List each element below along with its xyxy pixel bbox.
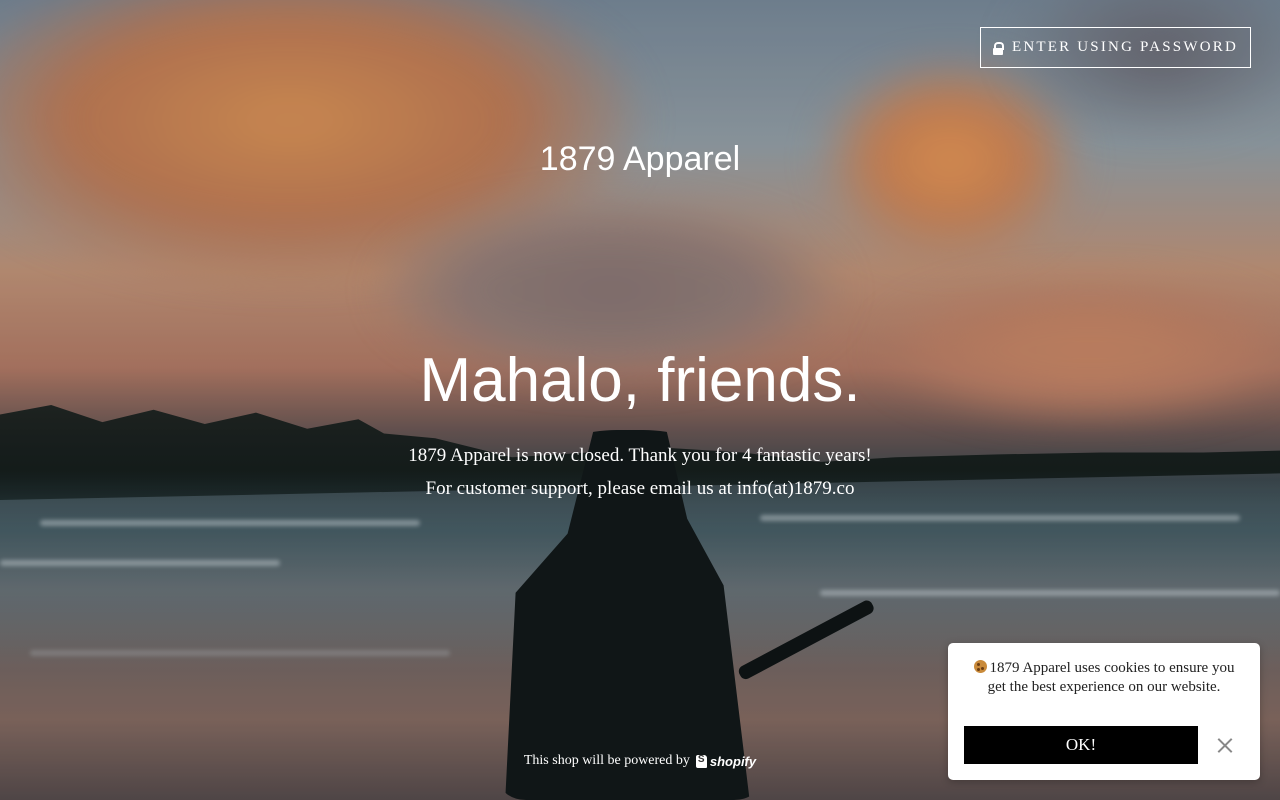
enter-password-label: ENTER USING PASSWORD	[1012, 39, 1238, 55]
cookie-banner: 1879 Apparel uses cookies to ensure you …	[948, 643, 1260, 780]
shopify-logo[interactable]: shopify	[695, 753, 757, 769]
page-headline: Mahalo, friends.	[419, 346, 861, 415]
closing-message: 1879 Apparel is now closed. Thank you fo…	[408, 445, 872, 499]
shopify-bag-icon	[695, 754, 707, 768]
enter-password-button[interactable]: ENTER USING PASSWORD	[980, 27, 1251, 68]
cookie-message: 1879 Apparel uses cookies to ensure you …	[970, 659, 1238, 697]
cookie-text: 1879 Apparel uses cookies to ensure you …	[987, 660, 1235, 695]
cookie-ok-button[interactable]: OK!	[964, 726, 1198, 764]
cookie-icon	[973, 660, 987, 673]
close-icon[interactable]	[1214, 734, 1236, 756]
shopify-label: shopify	[709, 753, 757, 769]
powered-by-text: This shop will be powered by	[523, 753, 690, 768]
lock-icon	[993, 41, 1004, 55]
store-name: 1879 Apparel	[539, 140, 741, 178]
